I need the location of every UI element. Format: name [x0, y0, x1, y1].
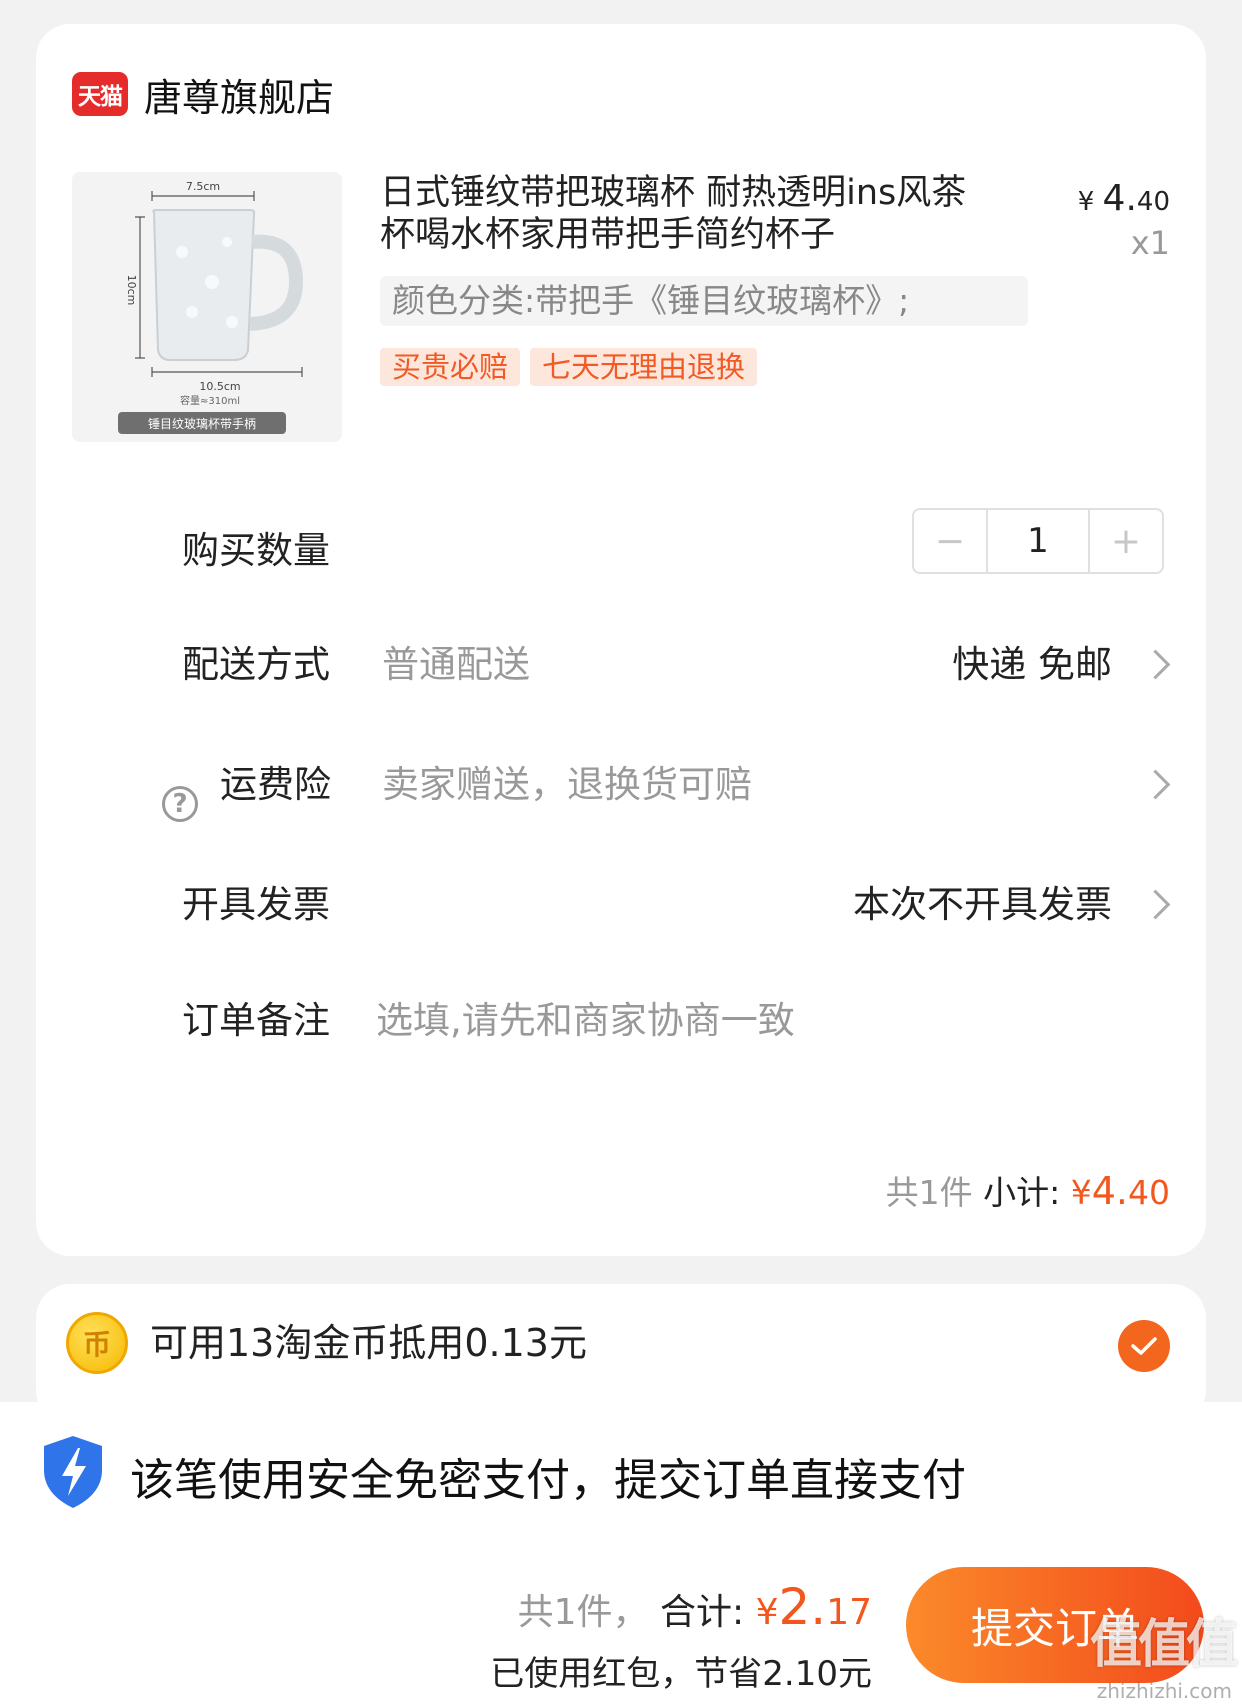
quantity-label: 购买数量: [182, 529, 330, 572]
note-input[interactable]: 选填,请先和商家协商一致: [376, 990, 795, 1044]
service-tags: 买贵必赔 七天无理由退换: [380, 348, 758, 386]
total-count: 共1件，: [517, 1592, 649, 1633]
insurance-label: 运费险: [220, 763, 331, 806]
insurance-chevron-icon[interactable]: [1140, 769, 1171, 800]
subtotal: 共1件 小计: ¥4.40: [886, 1166, 1170, 1214]
store-name[interactable]: 唐尊旗舰店: [144, 67, 334, 122]
price-symbol: ¥: [1077, 187, 1095, 217]
decrement-button[interactable]: −: [914, 510, 986, 572]
product-title[interactable]: 日式锤纹带把玻璃杯 耐热透明ins风茶杯喝水杯家用带把手简约杯子: [380, 172, 980, 256]
invoice-value[interactable]: 本次不开具发票: [853, 874, 1112, 928]
glass-mug-illustration: 7.5cm 10cm 10.5cm 容量≈310ml 锤目纹玻璃杯带手柄: [72, 172, 342, 442]
quantity-value[interactable]: 1: [986, 510, 1090, 572]
increment-button[interactable]: +: [1090, 510, 1162, 572]
total-integer: 2.: [778, 1578, 827, 1636]
image-caption: 锤目纹玻璃杯带手柄: [148, 416, 256, 431]
coin-offer-text: 可用13淘金币抵用0.13元: [150, 1321, 587, 1365]
tag-seven-day-return: 七天无理由退换: [530, 348, 758, 386]
sku-selection[interactable]: 颜色分类:带把手《锤目纹玻璃杯》;: [380, 276, 1028, 326]
shield-icon: [44, 1436, 102, 1508]
height-label: 10cm: [125, 275, 138, 306]
checkmark-icon[interactable]: [1118, 1320, 1170, 1372]
subtotal-integer: 4.: [1091, 1169, 1128, 1213]
bottom-width-label: 10.5cm: [199, 380, 240, 393]
price-decimal: 40: [1136, 187, 1170, 217]
help-icon[interactable]: ?: [162, 786, 198, 822]
note-label: 订单备注: [182, 999, 330, 1042]
tag-price-guarantee: 买贵必赔: [380, 348, 521, 386]
product-quantity: x1: [1130, 224, 1170, 262]
secure-payment-text: 该笔使用安全免密支付，提交订单直接支付: [130, 1455, 966, 1506]
product-price: ¥ 4.40: [1078, 178, 1170, 219]
invoice-label: 开具发票: [182, 883, 330, 926]
total-symbol: ¥: [755, 1592, 779, 1633]
price-integer: 4.: [1102, 178, 1137, 219]
subtotal-count: 共1件: [885, 1173, 973, 1212]
red-packet-saving: 已使用红包，节省2.10元: [490, 1654, 872, 1694]
order-card: 天猫 唐尊旗舰店 7.5cm 10cm 10.5cm 容量≈310ml 锤目纹玻…: [36, 24, 1206, 1256]
subtotal-label: 小计:: [983, 1173, 1061, 1212]
delivery-chevron-icon[interactable]: [1140, 649, 1171, 680]
subtotal-decimal: 40: [1128, 1173, 1170, 1212]
capacity-label: 容量≈310ml: [180, 394, 240, 407]
tmall-logo: 天猫: [72, 72, 128, 116]
watermark-logo: 值值值: [1089, 1615, 1238, 1675]
insurance-desc: 卖家赠送，退换货可赔: [382, 763, 752, 806]
total-decimal: 17: [826, 1592, 872, 1633]
invoice-chevron-icon[interactable]: [1140, 889, 1171, 920]
delivery-type: 普通配送: [382, 643, 530, 686]
product-image[interactable]: 7.5cm 10cm 10.5cm 容量≈310ml 锤目纹玻璃杯带手柄: [72, 172, 342, 442]
delivery-value[interactable]: 快递 免邮: [952, 634, 1112, 688]
width-label: 7.5cm: [186, 180, 220, 193]
bottom-checkout-bar: 该笔使用安全免密支付，提交订单直接支付 共1件， 合计: ¥2.17 已使用红包…: [0, 1402, 1242, 1707]
subtotal-symbol: ¥: [1070, 1173, 1092, 1212]
order-total: 共1件， 合计: ¥2.17: [518, 1578, 872, 1636]
coin-icon: 币: [66, 1312, 128, 1374]
total-label: 合计:: [659, 1592, 745, 1633]
delivery-label: 配送方式: [182, 643, 330, 686]
store-header[interactable]: 天猫 唐尊旗舰店: [72, 64, 334, 124]
watermark-url: zhizhizhi.com: [1096, 1679, 1232, 1703]
quantity-stepper[interactable]: − 1 +: [912, 508, 1164, 574]
